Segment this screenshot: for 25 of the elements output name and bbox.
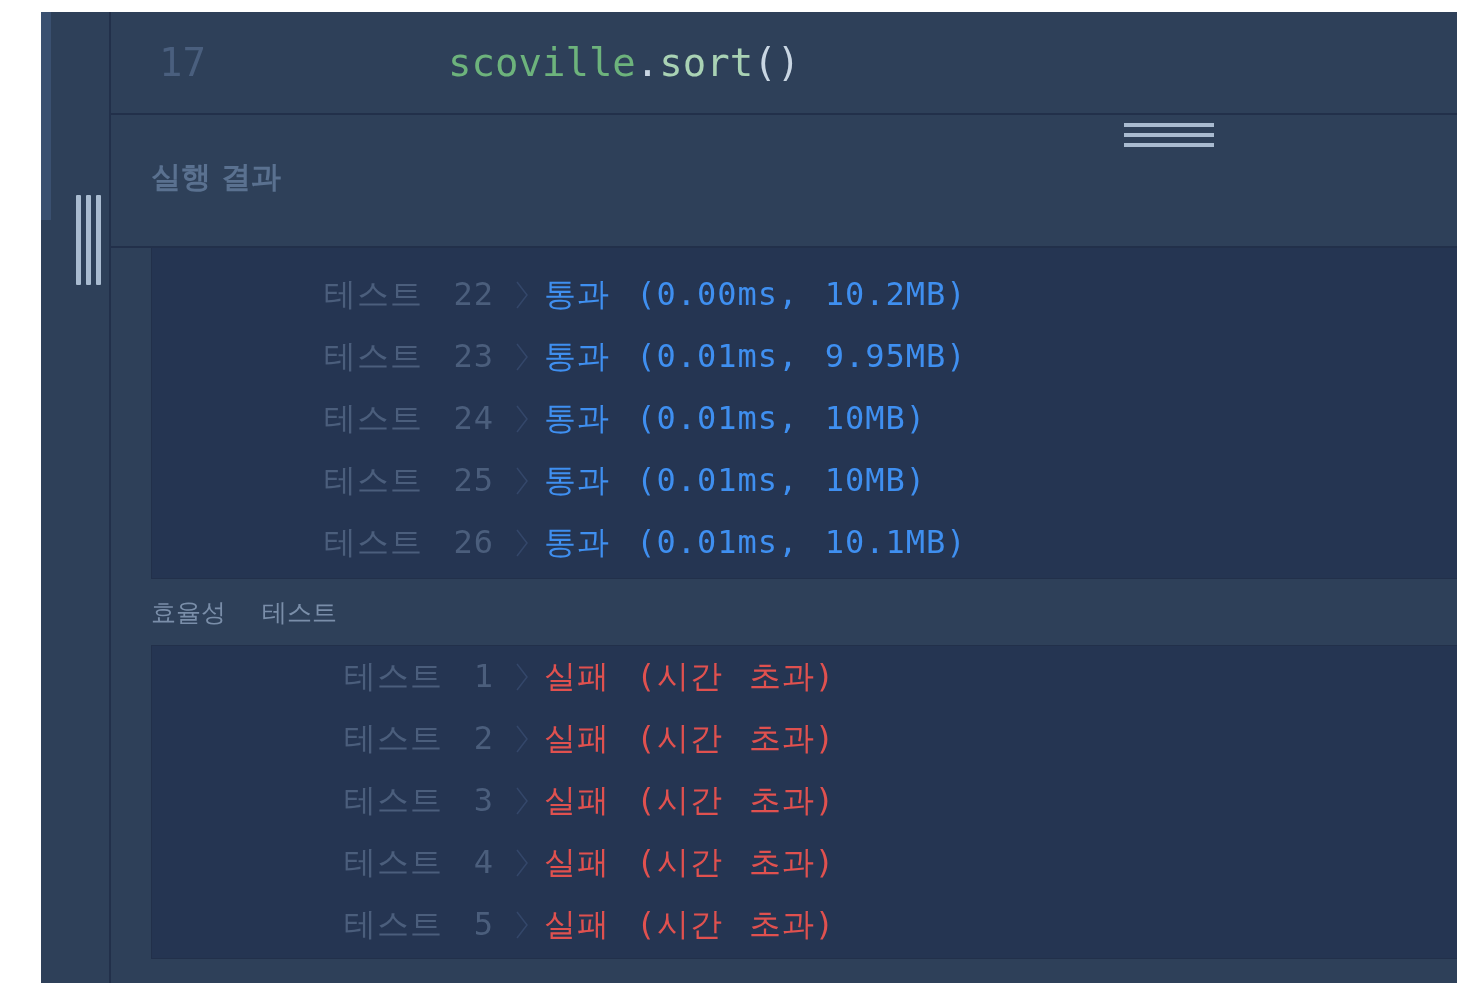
- chevron-icon: [516, 663, 528, 691]
- code-line: scoville.sort(): [448, 40, 801, 85]
- resize-handle-icon[interactable]: [76, 195, 101, 285]
- test-result: 실패 (시간 초과): [544, 780, 836, 821]
- test-result: 통과 (0.01ms, 9.95MB): [544, 336, 967, 377]
- test-result: 실패 (시간 초과): [544, 718, 836, 759]
- test-result: 통과 (0.00ms, 10.2MB): [544, 274, 967, 315]
- chevron-icon: [516, 725, 528, 753]
- resize-handle-icon[interactable]: [1124, 123, 1214, 149]
- scrollbar[interactable]: [41, 12, 51, 220]
- test-result: 실패 (시간 초과): [544, 656, 836, 697]
- test-result: 통과 (0.01ms, 10MB): [544, 398, 926, 439]
- test-result: 실패 (시간 초과): [544, 842, 836, 883]
- test-result: 실패 (시간 초과): [544, 904, 836, 945]
- chevron-icon: [516, 467, 528, 495]
- chevron-icon: [516, 529, 528, 557]
- chevron-icon: [516, 281, 528, 309]
- chevron-icon: [516, 343, 528, 371]
- chevron-icon: [516, 405, 528, 433]
- chevron-icon: [516, 911, 528, 939]
- chevron-icon: [516, 849, 528, 877]
- chevron-icon: [516, 787, 528, 815]
- test-result: 통과 (0.01ms, 10MB): [544, 460, 926, 501]
- test-result: 통과 (0.01ms, 10.1MB): [544, 522, 967, 563]
- section-heading: 효율성 테스트: [151, 596, 337, 629]
